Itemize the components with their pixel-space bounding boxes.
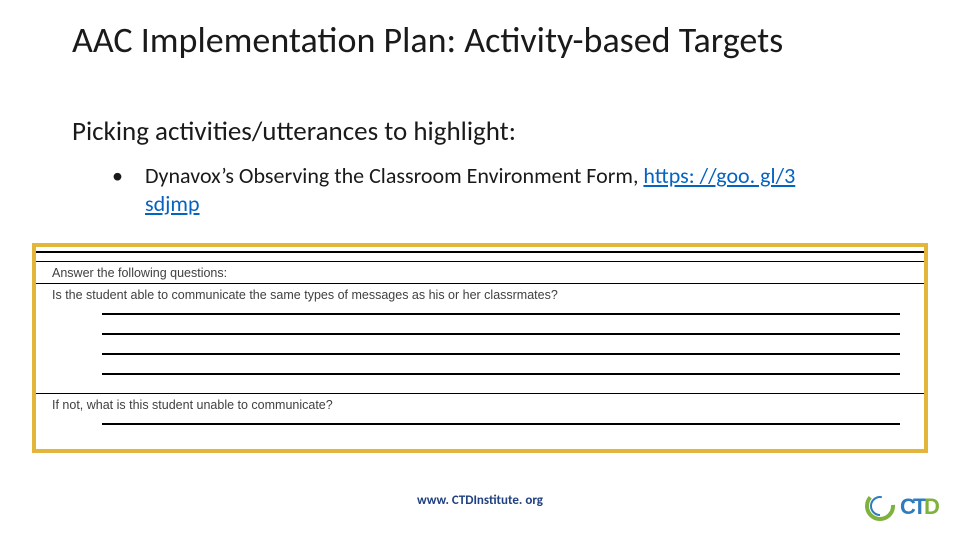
svg-text:D: D xyxy=(924,494,940,519)
subheading: Picking activities/utterances to highlig… xyxy=(72,115,516,148)
blank-line xyxy=(102,333,900,349)
ctd-logo-svg: C T D xyxy=(864,482,942,530)
blank-line xyxy=(102,423,900,439)
slide: AAC Implementation Plan: Activity-based … xyxy=(0,0,960,540)
blank-line xyxy=(102,353,900,369)
blank-line xyxy=(102,313,900,329)
form-heading: Answer the following questions: xyxy=(52,262,908,283)
footer-url: www. CTDInstitute. org xyxy=(0,493,960,508)
blank-line xyxy=(102,373,900,389)
form-inner: Answer the following questions: Is the s… xyxy=(36,247,924,443)
form-excerpt: Answer the following questions: Is the s… xyxy=(32,243,928,453)
form-question-2: If not, what is this student unable to c… xyxy=(52,394,908,415)
ctd-logo: C T D xyxy=(864,482,942,530)
bullet-item: • Dynavox’s Observing the Classroom Envi… xyxy=(112,162,832,217)
bullet-marker: • xyxy=(112,162,140,190)
bullet-text: Dynavox’s Observing the Classroom Enviro… xyxy=(145,162,825,217)
answer-lines xyxy=(102,423,900,439)
form-question-1: Is the student able to communicate the s… xyxy=(52,284,908,305)
page-title: AAC Implementation Plan: Activity-based … xyxy=(72,18,783,62)
bullet-leading-text: Dynavox’s Observing the Classroom Enviro… xyxy=(145,162,643,189)
answer-lines xyxy=(102,313,900,389)
